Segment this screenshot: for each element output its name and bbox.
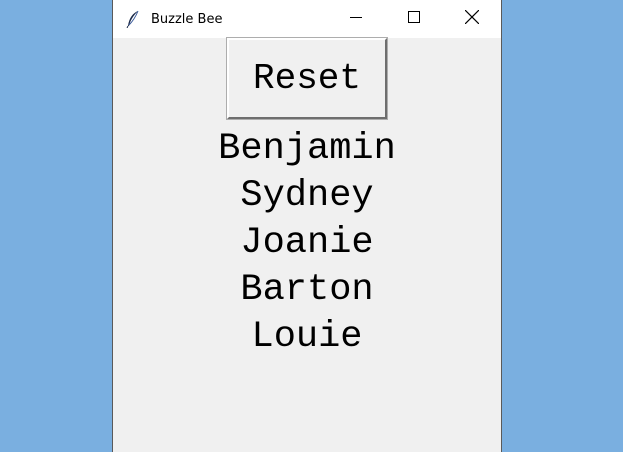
- close-button[interactable]: [443, 0, 501, 34]
- minimize-icon: [350, 17, 362, 18]
- window-title: Buzzle Bee: [151, 11, 223, 27]
- maximize-icon: [408, 11, 420, 23]
- maximize-button[interactable]: [385, 0, 443, 34]
- title-bar[interactable]: Buzzle Bee: [113, 0, 501, 38]
- client-area: Reset Benjamin Sydney Joanie Barton Loui…: [113, 37, 501, 452]
- list-item: Benjamin: [218, 128, 396, 170]
- list-item: Sydney: [240, 175, 374, 217]
- close-icon: [465, 10, 479, 24]
- list-item: Louie: [251, 316, 363, 358]
- window-controls: [327, 0, 501, 34]
- app-window: Buzzle Bee Reset Benjamin Sydney Joanie …: [112, 0, 502, 452]
- minimize-button[interactable]: [327, 0, 385, 34]
- feather-icon: [126, 10, 140, 28]
- list-item: Joanie: [240, 222, 374, 264]
- reset-button[interactable]: Reset: [226, 37, 388, 120]
- names-list: Benjamin Sydney Joanie Barton Louie: [113, 126, 501, 361]
- list-item: Barton: [240, 269, 374, 311]
